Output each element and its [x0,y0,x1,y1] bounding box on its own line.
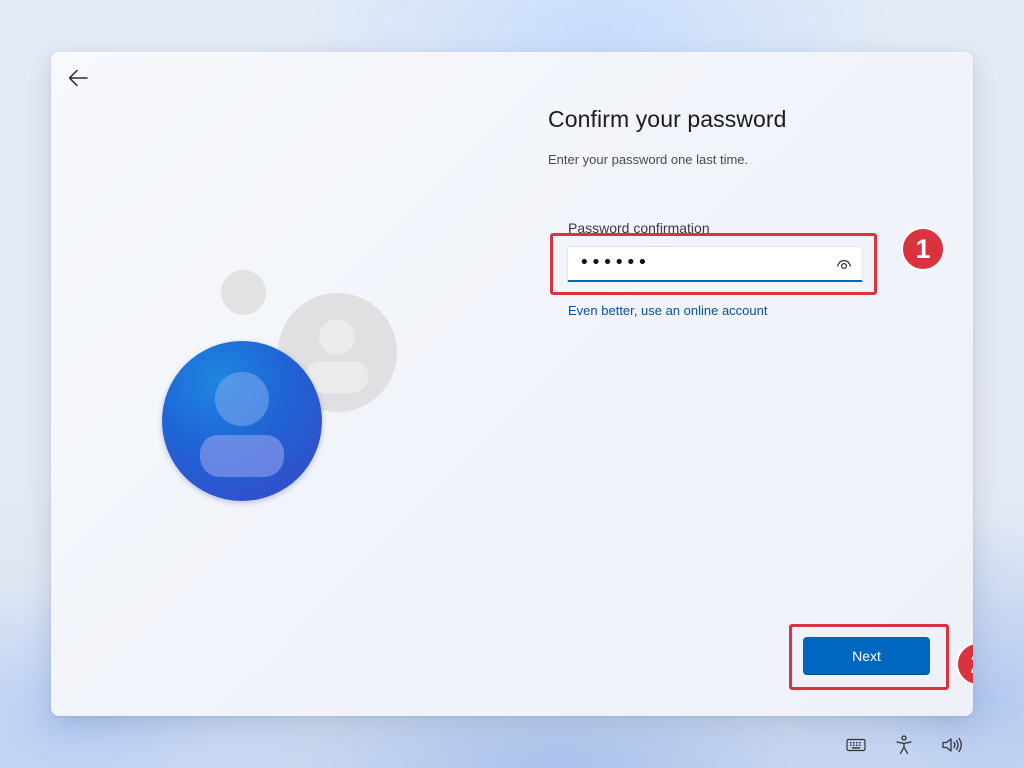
volume-button[interactable] [941,734,963,756]
user-illustration [51,52,511,716]
decorative-circle [221,270,266,315]
page-title: Confirm your password [548,106,787,132]
annotation-box-1 [550,233,877,295]
keyboard-button[interactable] [845,734,867,756]
annotation-box-2 [789,624,949,690]
avatar-head [215,372,269,426]
annotation-badge-2: 2 [956,642,973,686]
blue-user-avatar [162,341,322,501]
online-account-link[interactable]: Even better, use an online account [568,303,767,318]
avatar-body [200,435,284,477]
avatar-head [319,319,355,355]
accessibility-icon [896,735,912,755]
accessibility-button[interactable] [893,734,915,756]
keyboard-icon [846,738,866,752]
volume-icon [942,737,962,753]
page-subtitle: Enter your password one last time. [548,152,749,167]
annotation-badge-1: 1 [901,227,945,271]
setup-dialog: Confirm your password Enter your passwor… [51,52,973,716]
